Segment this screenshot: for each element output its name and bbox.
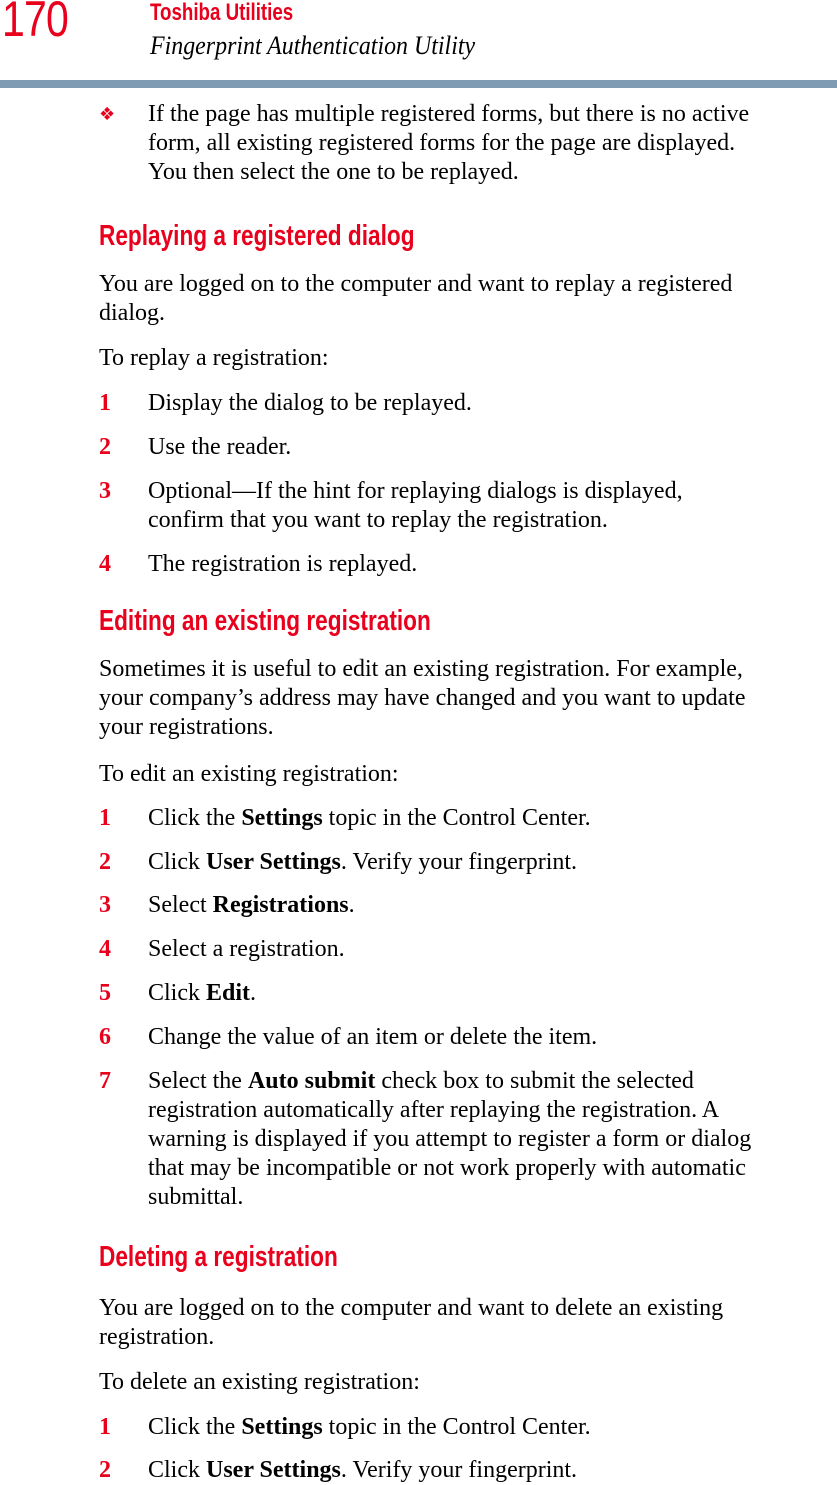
step-text-part: . Verify your fingerprint. bbox=[340, 1457, 578, 1483]
paragraph-line: your company’s address may have changed … bbox=[99, 685, 746, 711]
running-header-section: Toshiba Utilities bbox=[150, 0, 294, 26]
paragraph-line: dialog. bbox=[99, 300, 165, 326]
step-line: submittal. bbox=[148, 1184, 244, 1210]
ui-term: Auto submit bbox=[247, 1068, 376, 1094]
step-number: 1 bbox=[99, 1414, 111, 1440]
lead-in-text: To replay a registration: bbox=[99, 345, 329, 371]
step-text-part: Click bbox=[148, 1457, 206, 1483]
step-number: 2 bbox=[99, 434, 111, 460]
step-text-part: topic in the Control Center. bbox=[322, 1414, 591, 1440]
ui-term: User Settings bbox=[206, 849, 341, 875]
step-number: 2 bbox=[99, 849, 111, 875]
step-number: 3 bbox=[99, 478, 111, 504]
ui-term: User Settings bbox=[206, 1457, 341, 1483]
step-number: 6 bbox=[99, 1024, 111, 1050]
step-line: that may be incompatible or not work pro… bbox=[148, 1155, 746, 1181]
bullet-line: form, all existing registered forms for … bbox=[148, 130, 736, 156]
paragraph-line: Sometimes it is useful to edit an existi… bbox=[99, 656, 743, 682]
page-number: 170 bbox=[2, 0, 69, 47]
step-text-part: Select bbox=[148, 892, 213, 918]
step-number: 4 bbox=[99, 936, 111, 962]
running-header-chapter: Fingerprint Authentication Utility bbox=[150, 31, 476, 60]
step-text-part: topic in the Control Center. bbox=[322, 805, 591, 831]
section-heading-replaying: Replaying a registered dialog bbox=[99, 220, 415, 252]
step-text: Select Registrations. bbox=[148, 891, 837, 920]
ui-term: Edit bbox=[206, 980, 251, 1006]
section-heading-deleting: Deleting a registration bbox=[99, 1241, 338, 1273]
step-text: Click Edit. bbox=[148, 979, 837, 1008]
paragraph-line: registration. bbox=[99, 1324, 215, 1350]
header-divider bbox=[0, 80, 837, 88]
step-text-part: Click the bbox=[148, 1414, 242, 1440]
step-number: 5 bbox=[99, 980, 111, 1006]
step-text-part: check box to submit the selected bbox=[375, 1068, 694, 1094]
step-text: Click User Settings. Verify your fingerp… bbox=[148, 1456, 837, 1485]
step-text-part: Click bbox=[148, 980, 206, 1006]
step-text: Select the Auto submit check box to subm… bbox=[148, 1067, 837, 1212]
step-line: confirm that you want to replay the regi… bbox=[148, 507, 608, 533]
step-text-part: Select the bbox=[148, 1068, 248, 1094]
step-text-part: Click the bbox=[148, 805, 242, 831]
step-text: Display the dialog to be replayed. bbox=[148, 390, 472, 416]
step-text-part: . bbox=[250, 980, 257, 1006]
step-text-part: . bbox=[348, 892, 355, 918]
step-number: 3 bbox=[99, 892, 111, 918]
step-number: 1 bbox=[99, 390, 111, 416]
bullet-text: If the page has multiple registered form… bbox=[148, 100, 837, 187]
step-number: 4 bbox=[99, 551, 111, 577]
step-text-part: . Verify your fingerprint. bbox=[340, 849, 578, 875]
step-text: Click User Settings. Verify your fingerp… bbox=[148, 848, 837, 877]
step-text: The registration is replayed. bbox=[148, 551, 418, 577]
lead-in-text: To edit an existing registration: bbox=[99, 761, 399, 787]
step-line: Select the Auto submit check box to subm… bbox=[148, 1067, 837, 1096]
step-text-part: Click bbox=[148, 849, 206, 875]
diamond-bullet-icon: ❖ bbox=[99, 104, 116, 125]
section-paragraph: Sometimes it is useful to edit an existi… bbox=[99, 655, 837, 742]
lead-in-text: To delete an existing registration: bbox=[99, 1369, 420, 1395]
step-line: warning is displayed if you attempt to r… bbox=[148, 1126, 752, 1152]
step-text: Change the value of an item or delete th… bbox=[148, 1024, 598, 1050]
step-text: Click the Settings topic in the Control … bbox=[148, 1413, 837, 1442]
step-line: registration automatically after replayi… bbox=[148, 1097, 720, 1123]
step-text: Select a registration. bbox=[148, 936, 345, 962]
step-number: 2 bbox=[99, 1457, 111, 1483]
paragraph-line: your registrations. bbox=[99, 714, 274, 740]
step-line: Optional—If the hint for replaying dialo… bbox=[148, 478, 683, 504]
step-text: Click the Settings topic in the Control … bbox=[148, 804, 837, 833]
step-text: Optional—If the hint for replaying dialo… bbox=[148, 477, 837, 535]
paragraph-line: You are logged on to the computer and wa… bbox=[99, 271, 733, 297]
bullet-line: If the page has multiple registered form… bbox=[148, 101, 750, 127]
bullet-line: You then select the one to be replayed. bbox=[148, 159, 519, 185]
step-text: Use the reader. bbox=[148, 434, 292, 460]
paragraph-line: You are logged on to the computer and wa… bbox=[99, 1295, 724, 1321]
ui-term: Settings bbox=[241, 805, 323, 831]
ui-term: Settings bbox=[241, 1414, 323, 1440]
step-number: 1 bbox=[99, 805, 111, 831]
section-heading-editing: Editing an existing registration bbox=[99, 605, 431, 637]
section-paragraph: You are logged on to the computer and wa… bbox=[99, 270, 837, 328]
ui-term: Registrations bbox=[212, 892, 349, 918]
section-paragraph: You are logged on to the computer and wa… bbox=[99, 1294, 837, 1352]
step-number: 7 bbox=[99, 1068, 111, 1094]
